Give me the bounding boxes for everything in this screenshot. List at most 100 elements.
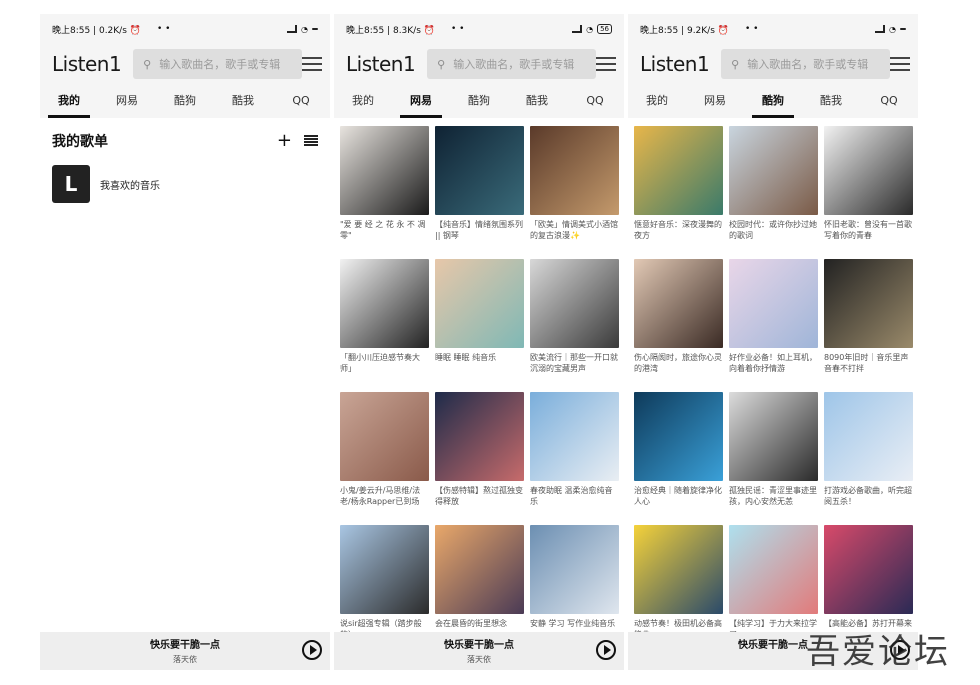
playlist-card[interactable]: 睡眠 睡眠 纯音乐 (435, 259, 524, 388)
now-playing-bar[interactable]: 快乐要干脆一点 落天依 (40, 632, 330, 670)
tab-qq[interactable]: QQ (566, 84, 624, 118)
playlist-item[interactable]: L 我喜欢的音乐 (52, 165, 318, 203)
playlist-cover-image[interactable] (435, 392, 524, 481)
wifi-icon: ◔ (301, 24, 308, 34)
tab-my[interactable]: 我的 (628, 84, 686, 118)
playlist-cover-image[interactable] (729, 259, 818, 348)
playlist-caption: 惬意好音乐：深夜漫舞的夜方 (634, 220, 722, 240)
playlist-card[interactable]: 治愈经典｜随着旋律净化人心 (634, 392, 723, 521)
tab-qq[interactable]: QQ (860, 84, 918, 118)
playlist-cover-image[interactable] (729, 525, 818, 614)
tab-kugou[interactable]: 酷狗 (744, 84, 802, 118)
forum-watermark: 吾爱论坛 (806, 632, 950, 672)
playlist-card[interactable]: 小鬼/姜云升/马思维/法老/杨永Rapper已到场 (340, 392, 429, 521)
tab-my[interactable]: 我的 (40, 84, 98, 118)
tab-kuwo[interactable]: 酷我 (802, 84, 860, 118)
tab-netease[interactable]: 网易 (686, 84, 744, 118)
tab-netease[interactable]: 网易 (98, 84, 156, 118)
search-input[interactable]: ⚲ 输入歌曲名，歌手或专辑 (427, 49, 597, 79)
search-icon: ⚲ (731, 57, 740, 71)
playlist-cover-image[interactable] (530, 525, 619, 614)
playlist-card[interactable]: 惬意好音乐：深夜漫舞的夜方 (634, 126, 723, 255)
playlist-card[interactable]: 【伤感特辑】熬过孤独变得释放 (435, 392, 524, 521)
playlist-caption: 欧美流行｜那些一开口就沉溺的宝藏男声 (530, 353, 618, 373)
tab-kugou[interactable]: 酷狗 (156, 84, 214, 118)
playlist-cover-image[interactable] (824, 392, 913, 481)
playlist-card[interactable]: 好作业必备！如上耳机，向着着你抒情游 (729, 259, 818, 388)
playlist-cover-image[interactable] (530, 392, 619, 481)
playlist-card[interactable]: 伤心隔阂时，旅途你心灵的港湾 (634, 259, 723, 388)
battery-icon (900, 28, 906, 30)
now-playing-title: 快乐要干脆一点 (150, 640, 220, 651)
app-logo: Listen1 (346, 52, 416, 76)
playlist-caption: 好作业必备！如上耳机，向着着你抒情游 (729, 353, 817, 373)
playlist-card[interactable]: 孤独民谣：青涩里事迹里孩，内心安然无恙 (729, 392, 818, 521)
play-icon[interactable] (596, 640, 616, 660)
menu-icon[interactable] (890, 57, 910, 71)
tab-my[interactable]: 我的 (334, 84, 392, 118)
playlist-cover-image[interactable] (435, 126, 524, 215)
playlist-cover-image[interactable] (530, 259, 619, 348)
playlist-card[interactable]: 校园时代：或许你抄过她的歌词 (729, 126, 818, 255)
tab-kugou[interactable]: 酷狗 (450, 84, 508, 118)
playlist-cover-image[interactable] (530, 126, 619, 215)
search-input[interactable]: ⚲ 输入歌曲名，歌手或专辑 (721, 49, 891, 79)
status-bar: 晚上8:55 | 0.2K/s ⏰ • • ◔ (40, 14, 330, 44)
search-icon: ⚲ (437, 57, 446, 71)
playlist-cover-image[interactable] (824, 126, 913, 215)
playlist-card[interactable]: 欧美流行｜那些一开口就沉溺的宝藏男声 (530, 259, 619, 388)
play-icon[interactable] (302, 640, 322, 660)
playlist-grid: 惬意好音乐：深夜漫舞的夜方 校园时代：或许你抄过她的歌词 怀旧老歌：曾没有一首歌写着… (628, 118, 918, 654)
playlist-cover-image[interactable] (435, 525, 524, 614)
playlist-cover-image[interactable] (340, 525, 429, 614)
playlist-caption: 【伤感特辑】熬过孤独变得释放 (435, 486, 523, 506)
playlist-caption: "爱 要 经 之 花 永 不 凋 零" (340, 220, 426, 240)
status-time: 晚上8:55 | 8.3K/s ⏰ (346, 25, 435, 36)
signal-icon (287, 25, 298, 33)
app-header: Listen1 ⚲ 输入歌曲名，歌手或专辑 (334, 44, 624, 84)
playlist-cover-image[interactable] (824, 259, 913, 348)
playlist-cover-image[interactable] (340, 259, 429, 348)
playlist-caption: 「翻小川压迫感节奏大师」 (340, 353, 420, 373)
playlist-caption: 治愈经典｜随着旋律净化人心 (634, 486, 722, 506)
playlist-cover-image[interactable] (729, 126, 818, 215)
playlist-card[interactable]: 怀旧老歌：曾没有一首歌写着你的青春 (824, 126, 913, 255)
menu-icon[interactable] (596, 57, 616, 71)
playlist-cover-image[interactable] (340, 126, 429, 215)
screen-my: 晚上8:55 | 0.2K/s ⏰ • • ◔ Listen1 ⚲ 输入歌曲名，… (40, 14, 330, 670)
playlist-name: 我喜欢的音乐 (100, 180, 160, 192)
tab-qq[interactable]: QQ (272, 84, 330, 118)
tab-netease[interactable]: 网易 (392, 84, 450, 118)
playlist-cover-image[interactable] (634, 525, 723, 614)
search-placeholder: 输入歌曲名，歌手或专辑 (453, 58, 575, 71)
wifi-icon: ◔ (586, 24, 594, 34)
playlist-card[interactable]: 【纯音乐】情绪氛围系列 || 钢琴 (435, 126, 524, 255)
playlist-cover-image[interactable] (729, 392, 818, 481)
playlist-card[interactable]: 春夜助眠 温柔治愈纯音乐 (530, 392, 619, 521)
list-icon[interactable] (304, 135, 318, 146)
tab-kuwo[interactable]: 酷我 (214, 84, 272, 118)
now-playing-artist: 落天依 (173, 655, 197, 664)
playlist-cover-image[interactable] (824, 525, 913, 614)
status-bar: 晚上8:55 | 9.2K/s ⏰ • • ◔ (628, 14, 918, 44)
playlist-card[interactable]: 「翻小川压迫感节奏大师」 (340, 259, 429, 388)
playlist-card[interactable]: 打游戏必备歌曲，听完超阅五杀！ (824, 392, 913, 521)
playlist-cover-image[interactable] (435, 259, 524, 348)
tab-kuwo[interactable]: 酷我 (508, 84, 566, 118)
status-time: 晚上8:55 | 9.2K/s ⏰ (640, 25, 729, 36)
menu-icon[interactable] (302, 57, 322, 71)
now-playing-bar[interactable]: 快乐要干脆一点 落天依 (334, 632, 624, 670)
playlist-card[interactable]: 8090年旧时｜音乐里声音春不打拌 (824, 259, 913, 388)
status-dots: • • (156, 24, 171, 34)
playlist-cover-image[interactable] (340, 392, 429, 481)
search-input[interactable]: ⚲ 输入歌曲名，歌手或专辑 (133, 49, 303, 79)
playlist-cover-image[interactable] (634, 126, 723, 215)
playlist-cover-image[interactable] (634, 259, 723, 348)
tab-bar: 我的 网易 酷狗 酷我 QQ (334, 84, 624, 118)
playlist-card[interactable]: "爱 要 经 之 花 永 不 凋 零" (340, 126, 429, 255)
add-icon[interactable]: + (277, 130, 292, 151)
now-playing-title: 快乐要干脆一点 (444, 640, 514, 651)
playlist-card[interactable]: 「欧美」情调美式小酒馆的复古浪漫✨ (530, 126, 619, 255)
playlist-cover-image[interactable] (634, 392, 723, 481)
section-title: 我的歌单 (52, 133, 108, 150)
